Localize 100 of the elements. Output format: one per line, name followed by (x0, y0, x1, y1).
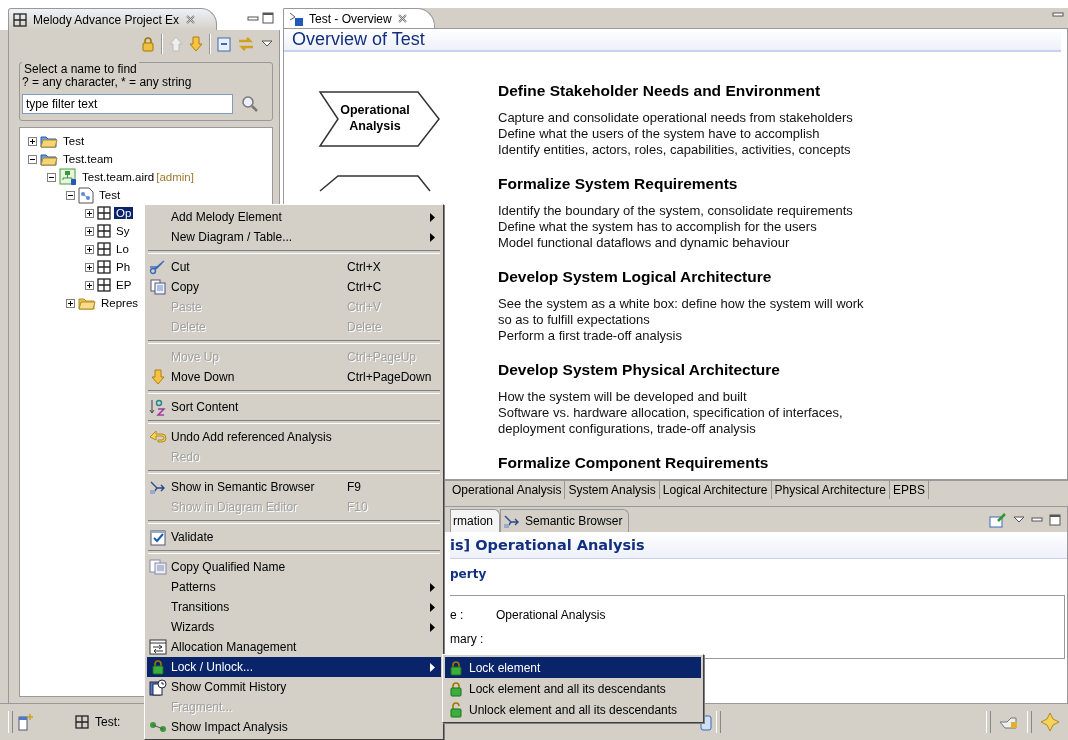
grid-icon (97, 224, 111, 238)
description-line: so as to fulfill expectations (498, 312, 651, 328)
description-line: Capture and consolidate operational needs from stakeholders (498, 110, 854, 126)
page-tab[interactable]: Operational Analysis (449, 481, 566, 499)
model-document-icon (78, 186, 94, 204)
diagram-file-icon (59, 168, 77, 186)
grid-icon (97, 278, 111, 292)
expand-icon[interactable] (85, 208, 94, 218)
filter-field[interactable]: type filter text (22, 94, 233, 114)
description-line: Define what the system has to accomplish for the users (498, 219, 818, 235)
allocation-table-icon (149, 639, 167, 655)
description-line: Perform a first trade-off analysis (498, 328, 683, 344)
description-line: See the system as a white box: define how the system will work (498, 296, 864, 312)
menu-item[interactable]: Sort Content (147, 397, 441, 417)
collapse-all-icon[interactable] (217, 36, 231, 52)
menu-item[interactable]: Show Impact Analysis (147, 717, 441, 737)
menu-item[interactable]: Add Melody Element (147, 207, 441, 227)
tree-item[interactable]: Repres (99, 297, 141, 309)
menu-item[interactable]: Show in Semantic Browser F9 (147, 477, 441, 497)
history-document-icon (149, 678, 167, 696)
view-menu-icon[interactable] (261, 40, 273, 48)
close-icon[interactable] (396, 13, 408, 24)
filter-hint: ? = any character, * = any string (22, 75, 193, 89)
menu-item[interactable]: Copy Qualified Name (147, 557, 441, 577)
menu-item[interactable]: Show Commit History (147, 677, 441, 697)
overview-icon (288, 10, 304, 27)
editor-tab[interactable]: Test - Overview (283, 8, 435, 28)
close-icon[interactable] (185, 14, 197, 25)
down-arrow-icon (150, 369, 166, 385)
tree-view-icon (13, 12, 27, 27)
padlock-icon (151, 659, 165, 675)
minimize-icon[interactable] (1052, 10, 1064, 20)
search-icon[interactable] (241, 95, 259, 113)
tree-item[interactable]: Lo (114, 243, 131, 255)
collapse-icon[interactable] (28, 154, 37, 164)
menu-item[interactable]: New Diagram / Table... (147, 227, 441, 247)
menu-item[interactable]: Unlock element and all its descendants (445, 699, 701, 720)
section-heading: Develop System Physical Architecture (498, 361, 781, 379)
menu-item[interactable]: Cut Ctrl+X (147, 257, 441, 277)
menu-item[interactable]: Patterns (147, 577, 441, 597)
maximize-icon[interactable] (1049, 513, 1061, 526)
browser-arrows-icon (149, 479, 167, 495)
description-line: Identify entities, actors, roles, capabilities, activities, concepts (498, 142, 852, 158)
menu-item[interactable]: Lock element and all its descendants (445, 678, 701, 699)
section-title: perty (450, 567, 488, 581)
connection-dots-icon (149, 721, 167, 733)
menu-item[interactable]: Validate (147, 527, 441, 547)
expand-icon[interactable] (85, 244, 94, 254)
undo-arrow-icon (149, 429, 167, 445)
view-menu-icon[interactable] (1013, 515, 1025, 524)
scissors-icon (149, 259, 167, 275)
view-tab[interactable]: Semantic Browser (500, 509, 630, 532)
expand-icon[interactable] (28, 136, 37, 146)
page-title: Overview of Test (284, 29, 1061, 52)
grid-icon (75, 715, 89, 729)
section-heading: Formalize System Requirements (498, 175, 739, 193)
checklist-icon (150, 528, 166, 546)
minimize-icon[interactable] (1031, 514, 1043, 525)
grid-icon (97, 206, 111, 220)
tree-item[interactable]: Ph (114, 261, 133, 273)
description-line: Software vs. hardware allocation, specification of interfaces, (498, 405, 844, 421)
field-label: mary : (450, 632, 485, 646)
tree-item[interactable]: EP (114, 279, 134, 291)
tree-item[interactable]: Test.team (61, 153, 115, 165)
description-line: Identify the boundary of the system, consolidate requirements (498, 203, 854, 219)
tree-item[interactable]: Test (61, 135, 87, 147)
collapse-icon[interactable] (66, 190, 75, 200)
tree-item[interactable]: Test (97, 189, 123, 201)
expand-icon[interactable] (85, 280, 94, 290)
sort-icon (149, 398, 167, 416)
field-value: Operational Analysis (496, 608, 606, 622)
minimize-icon[interactable] (247, 14, 259, 24)
open-padlock-icon (449, 701, 463, 718)
copy-icon (150, 279, 166, 295)
description-line: Model functional dataflows and dynamic behaviour (498, 235, 791, 251)
expand-icon[interactable] (85, 262, 94, 272)
user-tag: [admin] (156, 171, 194, 183)
expand-icon[interactable] (66, 298, 75, 308)
new-view-icon[interactable] (17, 713, 35, 731)
view-tab[interactable]: Melody Advance Project Ex (8, 8, 218, 30)
menu-item[interactable]: Transitions (147, 597, 441, 617)
menu-item[interactable]: Wizards (147, 617, 441, 637)
menu-item[interactable]: Move Down Ctrl+PageDown (147, 367, 441, 387)
expand-icon[interactable] (85, 226, 94, 236)
group-label: Select a name to find (22, 62, 139, 76)
tree-item[interactable]: Sy (114, 225, 132, 237)
menu-item[interactable]: Allocation Management (147, 637, 441, 657)
padlock-icon[interactable] (141, 36, 155, 52)
menu-item[interactable]: Undo Add referenced Analysis (147, 427, 441, 447)
menu-item[interactable]: Copy Ctrl+C (147, 277, 441, 297)
tree-item[interactable]: Op (114, 207, 134, 219)
view-tab[interactable]: rmation (450, 509, 500, 532)
folder-icon (40, 151, 58, 167)
maximize-icon[interactable] (262, 12, 274, 24)
tree-item[interactable]: Test.team.aird (80, 171, 157, 183)
pin-icon[interactable] (989, 511, 1007, 528)
collapse-icon[interactable] (47, 172, 56, 182)
menu-item[interactable]: Lock element (445, 657, 701, 678)
editor-label[interactable]: Test: (95, 715, 121, 729)
diamond-star-icon[interactable] (1040, 712, 1060, 732)
